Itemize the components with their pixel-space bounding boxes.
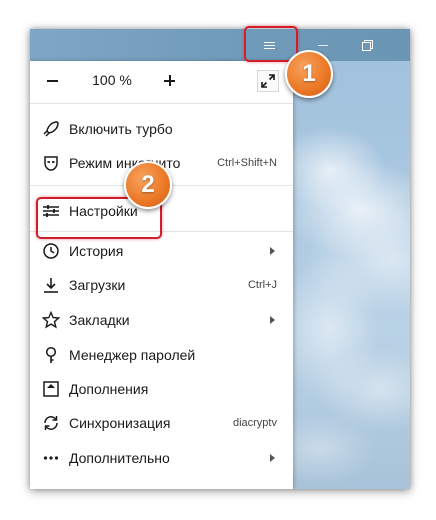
- sync-account-label: diacryptv: [232, 417, 277, 429]
- sync-icon: [42, 414, 60, 432]
- menu-item-extensions[interactable]: Дополнения: [30, 372, 293, 406]
- zoom-controls: 100 %: [30, 61, 293, 101]
- shortcut-label: Ctrl+Shift+N: [217, 157, 277, 169]
- menu-item-sync[interactable]: Синхронизация diacryptv: [30, 406, 293, 440]
- step-badge-2: 2: [124, 161, 172, 209]
- menu-item-label: Менеджер паролей: [69, 347, 196, 363]
- menu-item-password-manager[interactable]: Менеджер паролей: [30, 338, 293, 372]
- star-icon: [42, 311, 60, 329]
- menu-item-bookmarks[interactable]: Закладки: [30, 303, 293, 337]
- menu-item-downloads[interactable]: Загрузки Ctrl+J: [30, 268, 293, 302]
- title-bar: [30, 29, 410, 61]
- minus-icon: [47, 80, 58, 82]
- menu-item-label: Включить турбо: [69, 121, 173, 137]
- restore-button[interactable]: [352, 29, 382, 61]
- menu-item-history[interactable]: История: [30, 234, 293, 268]
- restore-icon: [362, 40, 373, 51]
- extensions-icon: [42, 380, 60, 398]
- step-badge-1: 1: [285, 50, 333, 98]
- download-icon: [42, 276, 60, 294]
- menu-item-more[interactable]: Дополнительно: [30, 441, 293, 475]
- shortcut-label: Ctrl+J: [247, 279, 277, 291]
- menu-button-highlight: [244, 26, 298, 62]
- menu-item-label: История: [69, 243, 124, 259]
- menu-item-label: Загрузки: [69, 277, 126, 293]
- history-clock-icon: [42, 242, 60, 260]
- menu-item-turbo[interactable]: Включить турбо: [30, 112, 293, 146]
- fullscreen-button[interactable]: [257, 70, 279, 92]
- expand-icon: [261, 74, 275, 88]
- zoom-in-button[interactable]: [158, 69, 182, 93]
- zoom-out-button[interactable]: [42, 69, 66, 93]
- key-icon: [42, 346, 60, 364]
- menu-separator: [30, 103, 293, 104]
- menu-item-label: Синхронизация: [69, 415, 171, 431]
- menu-item-label: Дополнительно: [69, 450, 170, 466]
- minimize-icon: [318, 44, 328, 46]
- more-dots-icon: [42, 449, 60, 467]
- browser-main-menu: 100 % Включить турбо Режим инкогнито Ctr…: [30, 61, 293, 489]
- rocket-icon: [42, 120, 60, 138]
- submenu-arrow-icon: [270, 316, 275, 324]
- menu-item-label: Дополнения: [69, 381, 149, 397]
- zoom-level: 100 %: [92, 72, 132, 88]
- menu-item-label: Закладки: [69, 312, 130, 328]
- browser-window: 100 % Включить турбо Режим инкогнито Ctr…: [30, 29, 410, 489]
- incognito-mask-icon: [42, 154, 60, 172]
- submenu-arrow-icon: [270, 247, 275, 255]
- submenu-arrow-icon: [270, 454, 275, 462]
